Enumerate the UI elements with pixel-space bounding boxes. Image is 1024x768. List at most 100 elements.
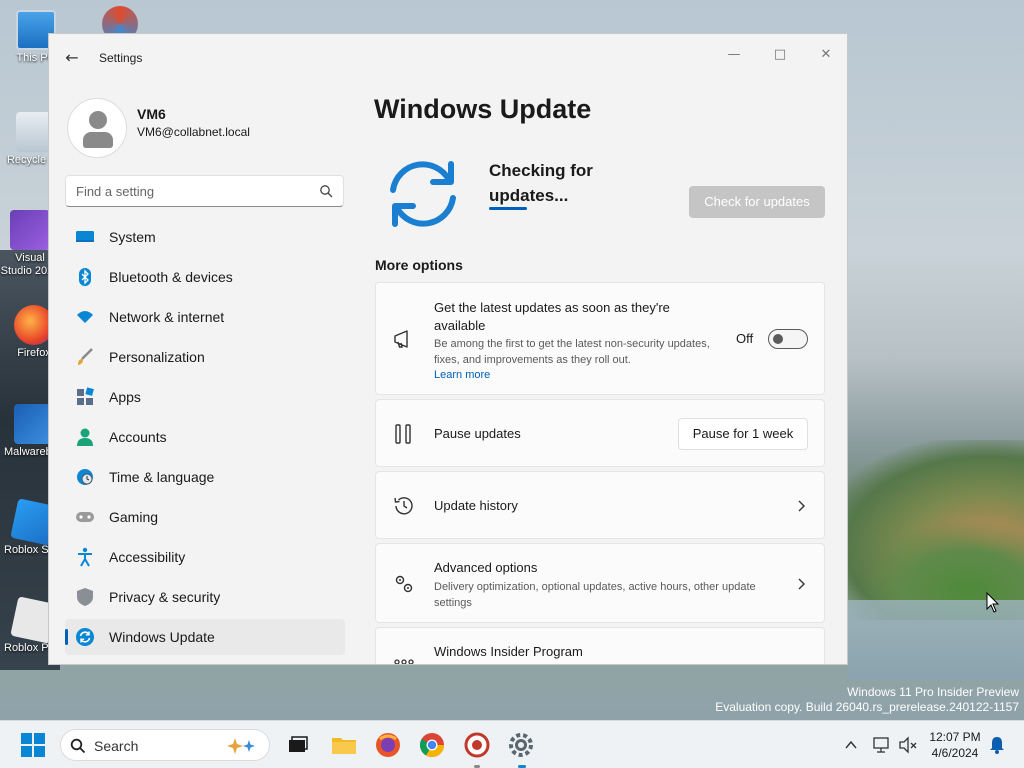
wifi-icon — [77, 311, 93, 323]
arrow-left-icon[interactable]: ← — [61, 48, 83, 68]
sidebar-item-label: Accessibility — [109, 549, 186, 565]
clock-date: 4/6/2024 — [931, 746, 979, 760]
more-options-heading: More options — [375, 257, 463, 273]
chrome-icon[interactable] — [418, 731, 446, 759]
check-for-updates-button[interactable]: Check for updates — [689, 186, 825, 218]
learn-more-link[interactable]: Learn more — [434, 369, 490, 381]
taskbar-search-label: Search — [94, 738, 139, 754]
accounts-icon — [77, 428, 93, 446]
display-icon[interactable] — [872, 735, 892, 755]
sidebar-nav: System Bluetooth & devices Network & int… — [65, 219, 345, 659]
sidebar-item-label: Apps — [109, 389, 141, 405]
start-icon[interactable] — [19, 731, 47, 759]
sidebar-item-accessibility[interactable]: Accessibility — [65, 539, 345, 575]
app-icon[interactable] — [463, 731, 491, 759]
user-name: VM6 — [137, 106, 166, 122]
insider-icon — [394, 659, 414, 664]
toggle-knob — [773, 334, 783, 344]
shield-icon — [77, 588, 93, 606]
update-history-card[interactable]: Update history — [375, 471, 825, 539]
avatar[interactable] — [67, 98, 127, 158]
sidebar-item-label: Gaming — [109, 509, 159, 525]
maximize-icon[interactable]: □ — [757, 40, 803, 70]
minimize-icon[interactable]: — — [711, 40, 757, 70]
sidebar-item-label: Time & language — [109, 469, 215, 485]
sidebar-item-label: Privacy & security — [109, 589, 221, 605]
taskbar-search[interactable]: Search — [60, 729, 270, 761]
sidebar-item-label: Personalization — [109, 349, 205, 365]
history-icon — [394, 497, 413, 515]
windows-update-icon — [76, 628, 94, 646]
megaphone-icon — [394, 330, 408, 348]
gamepad-icon — [76, 512, 94, 522]
chevron-right-icon — [798, 500, 805, 512]
sidebar-item-accounts[interactable]: Accounts — [65, 419, 345, 455]
apps-icon — [77, 387, 94, 405]
sidebar-item-privacy[interactable]: Privacy & security — [65, 579, 345, 615]
toggle-state-label: Off — [736, 331, 754, 346]
sync-icon — [390, 161, 456, 227]
title-bar[interactable]: ← Settings — □ ✕ — [49, 34, 847, 82]
search-icon[interactable] — [319, 184, 333, 198]
latest-updates-description: Be among the first to get the latest non… — [434, 338, 710, 366]
progress-indicator — [489, 207, 527, 210]
file-explorer-icon[interactable] — [330, 731, 358, 759]
sidebar-item-label: System — [109, 229, 156, 245]
firefox-icon[interactable] — [374, 731, 402, 759]
clock-time: 12:07 PM — [929, 730, 981, 744]
clock[interactable]: 12:07 PM 4/6/2024 — [927, 729, 983, 761]
sidebar-item-windows-update[interactable]: Windows Update — [65, 619, 345, 655]
system-icon — [76, 231, 94, 242]
search-icon — [70, 738, 86, 754]
avatar-body — [83, 132, 113, 148]
sidebar-item-gaming[interactable]: Gaming — [65, 499, 345, 535]
user-email: VM6@collabnet.local — [137, 125, 250, 139]
insider-program-card[interactable]: Windows Insider Program — [375, 627, 825, 664]
search-input[interactable] — [76, 182, 306, 200]
chevron-right-icon — [798, 578, 805, 590]
settings-gear-icon[interactable] — [507, 731, 535, 759]
taskbar: Search 12:07 PM 4/6/2024 — [0, 720, 1024, 768]
task-view-icon[interactable] — [284, 731, 312, 759]
sidebar-item-label: Network & internet — [109, 309, 225, 325]
evaluation-watermark: Windows 11 Pro Insider Preview Evaluatio… — [715, 685, 1019, 715]
gears-icon — [395, 575, 413, 593]
window-title: Settings — [99, 51, 143, 65]
globe-clock-icon — [77, 469, 93, 485]
latest-updates-title: Get the latest updates as soon as they'r… — [434, 300, 670, 333]
settings-window: ← Settings — □ ✕ VM6 VM6@collabnet.local… — [48, 33, 848, 665]
sidebar-item-time-language[interactable]: Time & language — [65, 459, 345, 495]
watermark-line-2: Evaluation copy. Build 26040.rs_prerelea… — [715, 700, 1019, 714]
sidebar-item-label: Windows Update — [109, 629, 215, 645]
mouse-cursor-icon — [986, 592, 1000, 613]
close-icon[interactable]: ✕ — [803, 40, 847, 70]
brush-icon — [78, 348, 93, 365]
notification-bell-icon[interactable] — [988, 735, 1006, 755]
sidebar-item-apps[interactable]: Apps — [65, 379, 345, 415]
latest-updates-card: Get the latest updates as soon as they'r… — [375, 282, 825, 395]
sidebar-item-personalization[interactable]: Personalization — [65, 339, 345, 375]
avatar-head — [89, 111, 107, 129]
copilot-sparkle-icon — [227, 738, 255, 754]
pause-icon — [395, 424, 411, 444]
update-status-text: Checking for updates... — [489, 161, 593, 205]
chevron-up-icon[interactable] — [844, 739, 858, 751]
sidebar-item-label: Bluetooth & devices — [109, 269, 233, 285]
update-history-title: Update history — [434, 498, 518, 513]
sidebar-item-bluetooth[interactable]: Bluetooth & devices — [65, 259, 345, 295]
sidebar-item-network[interactable]: Network & internet — [65, 299, 345, 335]
advanced-options-description: Delivery optimization, optional updates,… — [434, 581, 756, 609]
accessibility-icon — [78, 547, 92, 567]
bluetooth-icon — [79, 268, 91, 286]
advanced-options-title: Advanced options — [434, 560, 538, 575]
sidebar-item-label: Accounts — [109, 429, 167, 445]
pause-updates-title: Pause updates — [434, 426, 521, 441]
latest-updates-toggle[interactable] — [768, 329, 808, 349]
insider-program-title: Windows Insider Program — [434, 644, 583, 659]
advanced-options-card[interactable]: Advanced options Delivery optimization, … — [375, 543, 825, 623]
sidebar-item-system[interactable]: System — [65, 219, 345, 255]
page-title: Windows Update — [374, 94, 592, 124]
watermark-line-1: Windows 11 Pro Insider Preview — [847, 685, 1019, 699]
pause-for-week-button[interactable]: Pause for 1 week — [678, 418, 808, 450]
speaker-muted-icon[interactable] — [898, 735, 918, 755]
